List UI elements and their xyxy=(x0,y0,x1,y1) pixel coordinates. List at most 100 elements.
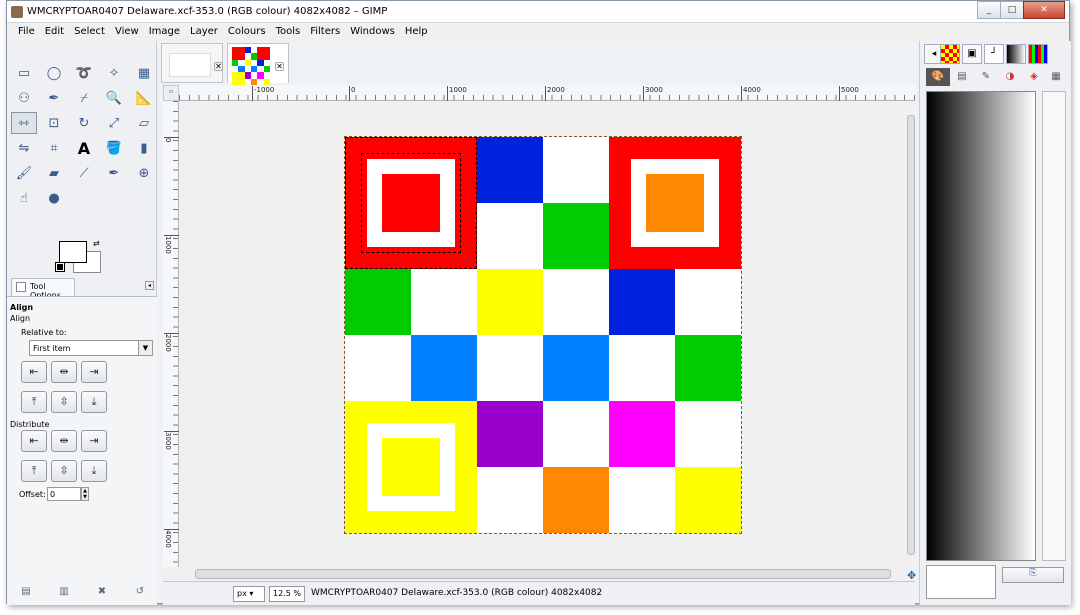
align-tool-icon[interactable]: ⇿ xyxy=(11,112,37,134)
document-history-icon[interactable]: ▦ xyxy=(1044,68,1068,86)
eraser-tool-icon[interactable]: ▰ xyxy=(41,162,67,184)
menu-filters[interactable]: Filters xyxy=(305,23,345,41)
dock-menu-icon[interactable]: ◂ xyxy=(145,281,154,290)
bucket-fill-tool-icon[interactable]: 🪣 xyxy=(101,137,127,159)
airbrush-tool-icon[interactable]: ⟋ xyxy=(71,162,97,184)
dock-scrollbar[interactable] xyxy=(1042,91,1066,561)
menu-view[interactable]: View xyxy=(110,23,144,41)
color-picker-tool-icon[interactable]: ⌿ xyxy=(71,87,97,109)
offset-input[interactable]: 0 ▲ ▼ xyxy=(47,487,89,501)
tab-gradients[interactable] xyxy=(1006,44,1026,64)
tab-palettes[interactable] xyxy=(1028,44,1048,64)
dodge-burn-tool-icon[interactable]: ● xyxy=(41,187,67,209)
vertical-ruler[interactable]: 0 1000 2000 3000 4000 xyxy=(163,101,179,567)
tab-tool-options[interactable]: Tool Options xyxy=(11,278,75,300)
printer-icon[interactable]: ▤ xyxy=(950,68,974,86)
foreground-select-tool-icon[interactable]: ⚇ xyxy=(11,87,37,109)
align-bottom-button[interactable]: ⤓ xyxy=(81,391,107,413)
tool-options-panel: Align Align Relative to: First item ▼ ⇤ … xyxy=(7,296,157,605)
crop-tool-icon[interactable]: ⊡ xyxy=(41,112,67,134)
clone-tool-icon[interactable]: ⊕ xyxy=(131,162,157,184)
horizontal-ruler[interactable]: -1000 0 1000 2000 3000 4000 5000 xyxy=(179,85,915,101)
menu-tools[interactable]: Tools xyxy=(271,23,306,41)
menu-colours[interactable]: Colours xyxy=(223,23,271,41)
image-tab-checker[interactable]: ✕ xyxy=(227,43,289,85)
menu-file[interactable]: File xyxy=(13,23,40,41)
palette-icon[interactable]: ◈ xyxy=(1022,68,1046,86)
distribute-right-button[interactable]: ⇥ xyxy=(81,430,107,452)
align-top-button[interactable]: ⤒ xyxy=(21,391,47,413)
flip-tool-icon[interactable]: ⇋ xyxy=(11,137,37,159)
status-text: WMCRYPTOAR0407 Delaware.xcf-353.0 (RGB c… xyxy=(311,588,603,598)
menu-layer[interactable]: Layer xyxy=(185,23,223,41)
menu-windows[interactable]: Windows xyxy=(345,23,400,41)
select-by-color-tool-icon[interactable]: ▦ xyxy=(131,62,157,84)
menu-edit[interactable]: Edit xyxy=(40,23,69,41)
save-options-icon[interactable]: ▤ xyxy=(19,586,33,598)
swap-colors-icon[interactable]: ⇄ xyxy=(93,239,100,248)
brush-preview[interactable] xyxy=(926,565,996,599)
restore-options-icon[interactable]: ▥ xyxy=(57,586,71,598)
free-select-tool-icon[interactable]: ➰ xyxy=(71,62,97,84)
menu-help[interactable]: Help xyxy=(400,23,433,41)
smudge-tool-icon[interactable]: ☝ xyxy=(11,187,37,209)
close-icon[interactable]: ✕ xyxy=(275,62,284,71)
unit-select[interactable]: px ▾ xyxy=(233,586,265,602)
gradient-preview[interactable] xyxy=(926,91,1036,561)
measure-tool-icon[interactable]: 📐 xyxy=(131,87,157,109)
distribute-hcenter-button[interactable]: ⇹ xyxy=(51,430,77,452)
close-button[interactable]: ✕ xyxy=(1023,1,1065,19)
image-cell xyxy=(543,467,609,533)
horizontal-scroll-thumb[interactable] xyxy=(195,569,891,579)
zoom-select[interactable]: 12.5 % xyxy=(269,586,305,602)
tab-brushes[interactable]: ▣ xyxy=(962,44,982,64)
align-right-button[interactable]: ⇥ xyxy=(81,361,107,383)
canvas-area[interactable]: ▫ -1000 0 1000 2000 3000 4000 5000 0 100… xyxy=(163,85,916,582)
vertical-scrollbar[interactable] xyxy=(907,101,915,567)
tool-presets-icon[interactable]: 🎨 xyxy=(926,68,950,86)
image-cell xyxy=(477,269,543,335)
distribute-top-button[interactable]: ⤒ xyxy=(21,460,47,482)
paintbrush-tool-icon[interactable]: 🖌 xyxy=(11,162,37,184)
color-wheel-icon[interactable]: ◑ xyxy=(998,68,1022,86)
relative-to-select[interactable]: First item ▼ xyxy=(29,340,153,356)
rotate-tool-icon[interactable]: ↻ xyxy=(71,112,97,134)
blend-tool-icon[interactable]: ▮ xyxy=(131,137,157,159)
tool-options-icon xyxy=(16,282,26,292)
edit-brush-button[interactable]: ⎘ xyxy=(1002,567,1064,583)
text-tool-icon[interactable]: A xyxy=(71,137,97,159)
default-colors-icon[interactable] xyxy=(55,262,65,272)
image-canvas[interactable] xyxy=(344,136,742,534)
ellipse-select-tool-icon[interactable]: ◯ xyxy=(41,62,67,84)
brush-icon[interactable]: ✎ xyxy=(974,68,998,86)
distribute-left-button[interactable]: ⇤ xyxy=(21,430,47,452)
paths-tool-icon[interactable]: ✒ xyxy=(41,87,67,109)
minimize-button[interactable]: _ xyxy=(977,1,1001,19)
menu-select[interactable]: Select xyxy=(69,23,110,41)
close-icon[interactable]: ✕ xyxy=(214,62,223,71)
rect-select-tool-icon[interactable]: ▭ xyxy=(11,62,37,84)
vertical-scroll-thumb[interactable] xyxy=(907,115,915,555)
distribute-bottom-button[interactable]: ⤓ xyxy=(81,460,107,482)
zoom-tool-icon[interactable]: 🔍 xyxy=(101,87,127,109)
tab-paths[interactable]: ┘ xyxy=(984,44,1004,64)
align-left-button[interactable]: ⇤ xyxy=(21,361,47,383)
scale-tool-icon[interactable]: ⤢ xyxy=(101,112,127,134)
cage-tool-icon[interactable]: ⌗ xyxy=(41,137,67,159)
maximize-button[interactable]: □ xyxy=(1000,1,1024,19)
spin-arrows-icon[interactable]: ▲ ▼ xyxy=(81,487,89,501)
align-hcenter-button[interactable]: ⇹ xyxy=(51,361,77,383)
distribute-vcenter-button[interactable]: ⇳ xyxy=(51,460,77,482)
menu-image[interactable]: Image xyxy=(144,23,185,41)
horizontal-scrollbar[interactable] xyxy=(179,567,907,581)
foreground-color[interactable] xyxy=(59,241,87,263)
delete-options-icon[interactable]: ✖ xyxy=(95,586,109,598)
tab-patterns[interactable] xyxy=(940,44,960,64)
quick-mask-corner[interactable]: ▫ xyxy=(163,85,179,101)
fuzzy-select-tool-icon[interactable]: ✧ xyxy=(101,62,127,84)
reset-options-icon[interactable]: ↺ xyxy=(133,586,147,598)
align-vcenter-button[interactable]: ⇳ xyxy=(51,391,77,413)
shear-tool-icon[interactable]: ▱ xyxy=(131,112,157,134)
ink-tool-icon[interactable]: ✒ xyxy=(101,162,127,184)
image-tab-blank[interactable]: ✕ xyxy=(161,43,223,83)
